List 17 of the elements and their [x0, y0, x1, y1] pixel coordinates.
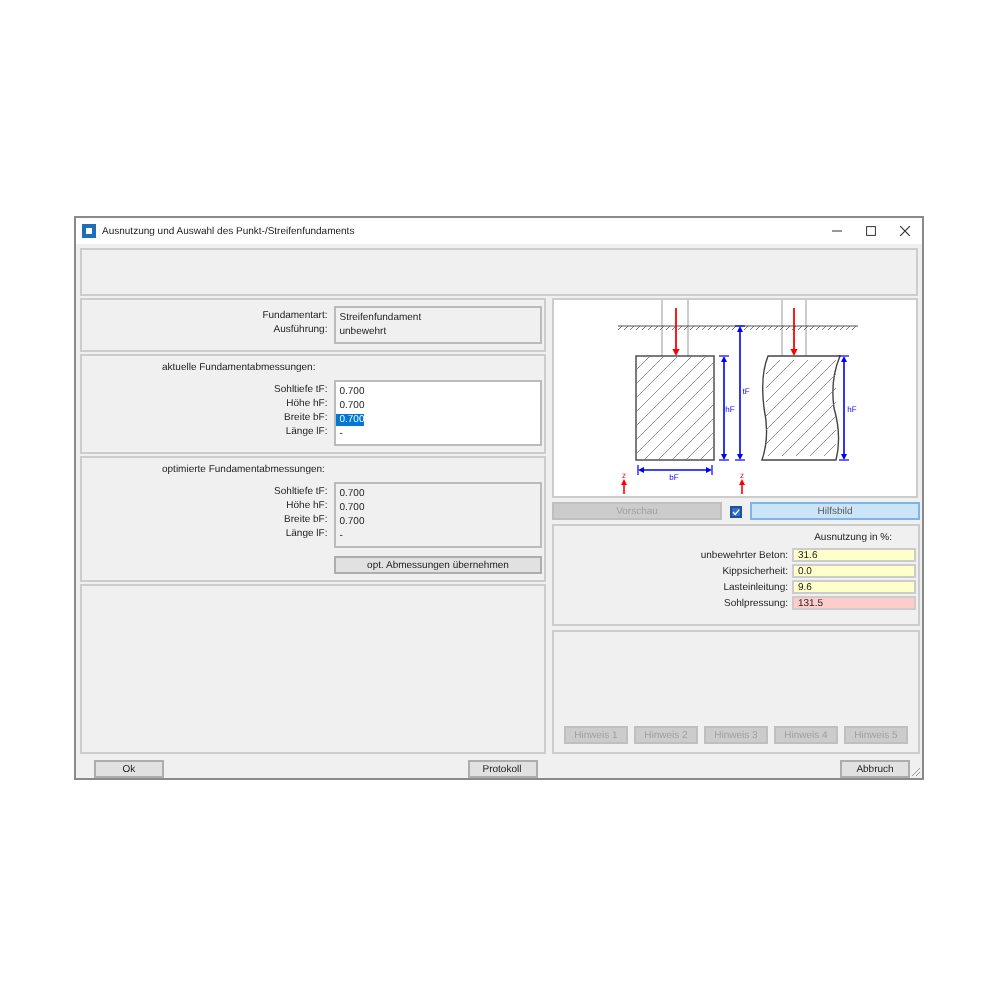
- minimize-icon[interactable]: [832, 226, 842, 236]
- axis-arrow: [621, 479, 627, 495]
- footing-drawing: [635, 355, 715, 461]
- footing-drawing: [761, 355, 841, 461]
- column-line: [781, 300, 807, 357]
- load-arrow: [672, 307, 680, 356]
- close-icon[interactable]: [900, 226, 910, 236]
- maximize-icon[interactable]: [866, 226, 876, 236]
- checkbox[interactable]: [730, 505, 742, 517]
- app-icon: [82, 224, 96, 238]
- column-line: [661, 300, 689, 357]
- dimension-line: [734, 325, 746, 461]
- resize-grip-icon[interactable]: [910, 766, 920, 776]
- load-arrow: [790, 307, 798, 356]
- dimension-line: [838, 355, 850, 461]
- dimension-line: [637, 464, 713, 476]
- axis-arrow: [739, 479, 745, 495]
